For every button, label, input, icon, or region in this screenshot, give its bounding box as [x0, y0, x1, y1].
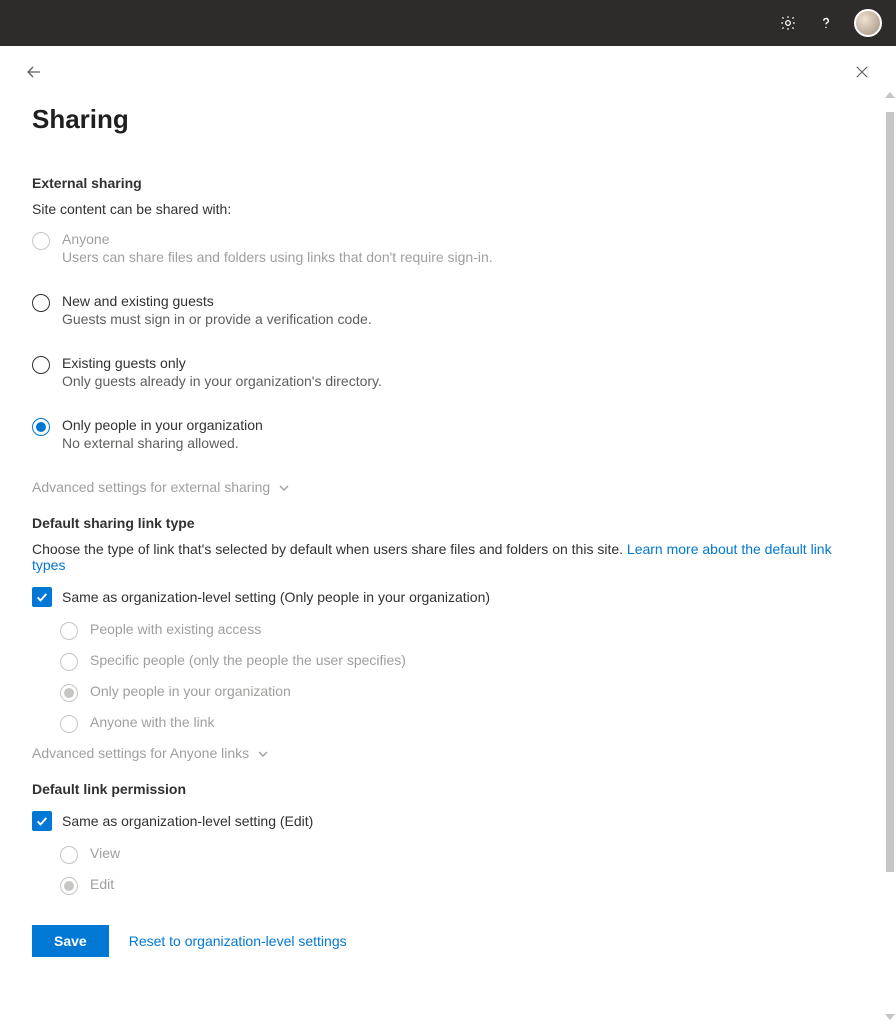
advanced-external-expander: Advanced settings for external sharing [32, 479, 852, 495]
help-icon[interactable] [816, 13, 836, 33]
global-topbar [0, 0, 896, 46]
default-link-sub-text: Choose the type of link that's selected … [32, 541, 627, 557]
linktype-label: People with existing access [90, 621, 261, 637]
perm-label: Edit [90, 876, 114, 892]
chevron-down-icon [278, 481, 290, 493]
same-as-org-link-checkbox[interactable] [32, 587, 52, 607]
perm-view: View [60, 845, 852, 864]
linktype-label: Anyone with the link [90, 714, 215, 730]
panel-header [0, 46, 896, 88]
linktype-label: Only people in your organization [90, 683, 291, 699]
default-link-sub: Choose the type of link that's selected … [32, 541, 852, 573]
footer-actions: Save Reset to organization-level setting… [32, 925, 852, 957]
default-link-heading: Default sharing link type [32, 515, 852, 531]
panel-content: Sharing External sharing Site content ca… [0, 88, 884, 1024]
linktype-existing-access: People with existing access [60, 621, 852, 640]
reset-link[interactable]: Reset to organization-level settings [129, 933, 347, 949]
perm-label: View [90, 845, 120, 861]
close-button[interactable] [846, 56, 878, 88]
scroll-down-icon[interactable] [885, 1014, 895, 1020]
same-as-org-perm-row[interactable]: Same as organization-level setting (Edit… [32, 811, 852, 831]
linktype-label: Specific people (only the people the use… [90, 652, 406, 668]
scrollbar[interactable] [884, 88, 896, 1024]
perm-edit: Edit [60, 876, 852, 895]
external-option-anyone: Anyone Users can share files and folders… [32, 231, 852, 265]
permission-heading: Default link permission [32, 781, 852, 797]
user-avatar[interactable] [854, 9, 882, 37]
external-sharing-heading: External sharing [32, 175, 852, 191]
same-as-org-perm-label: Same as organization-level setting (Edit… [62, 813, 313, 829]
external-option-new-guests[interactable]: New and existing guests Guests must sign… [32, 293, 852, 327]
advanced-anyone-expander: Advanced settings for Anyone links [32, 745, 852, 761]
same-as-org-link-row[interactable]: Same as organization-level setting (Only… [32, 587, 852, 607]
linktype-org-only: Only people in your organization [60, 683, 852, 702]
scroll-thumb[interactable] [886, 112, 894, 872]
advanced-external-label: Advanced settings for external sharing [32, 479, 270, 495]
external-option-desc: Users can share files and folders using … [62, 249, 493, 265]
radio-org-only[interactable] [32, 418, 50, 436]
radio-anyone-link [60, 715, 78, 733]
linktype-specific-people: Specific people (only the people the use… [60, 652, 852, 671]
radio-org-only-link [60, 684, 78, 702]
scroll-up-icon[interactable] [885, 92, 895, 98]
settings-gear-icon[interactable] [778, 13, 798, 33]
back-button[interactable] [18, 56, 50, 88]
radio-existing-access [60, 622, 78, 640]
external-option-label: Anyone [62, 231, 493, 247]
linktype-anyone: Anyone with the link [60, 714, 852, 733]
radio-new-guests[interactable] [32, 294, 50, 312]
page-title: Sharing [32, 104, 852, 135]
external-option-org-only[interactable]: Only people in your organization No exte… [32, 417, 852, 451]
external-option-label: Existing guests only [62, 355, 382, 371]
external-option-desc: No external sharing allowed. [62, 435, 263, 451]
external-option-desc: Only guests already in your organization… [62, 373, 382, 389]
same-as-org-perm-checkbox[interactable] [32, 811, 52, 831]
external-option-label: New and existing guests [62, 293, 372, 309]
same-as-org-link-label: Same as organization-level setting (Only… [62, 589, 490, 605]
radio-specific-people [60, 653, 78, 671]
external-option-existing-guests[interactable]: Existing guests only Only guests already… [32, 355, 852, 389]
radio-existing-guests[interactable] [32, 356, 50, 374]
radio-view [60, 846, 78, 864]
advanced-anyone-label: Advanced settings for Anyone links [32, 745, 249, 761]
chevron-down-icon [257, 747, 269, 759]
external-option-desc: Guests must sign in or provide a verific… [62, 311, 372, 327]
external-option-label: Only people in your organization [62, 417, 263, 433]
radio-anyone [32, 232, 50, 250]
radio-edit [60, 877, 78, 895]
external-sharing-sub: Site content can be shared with: [32, 201, 852, 217]
save-button[interactable]: Save [32, 925, 109, 957]
